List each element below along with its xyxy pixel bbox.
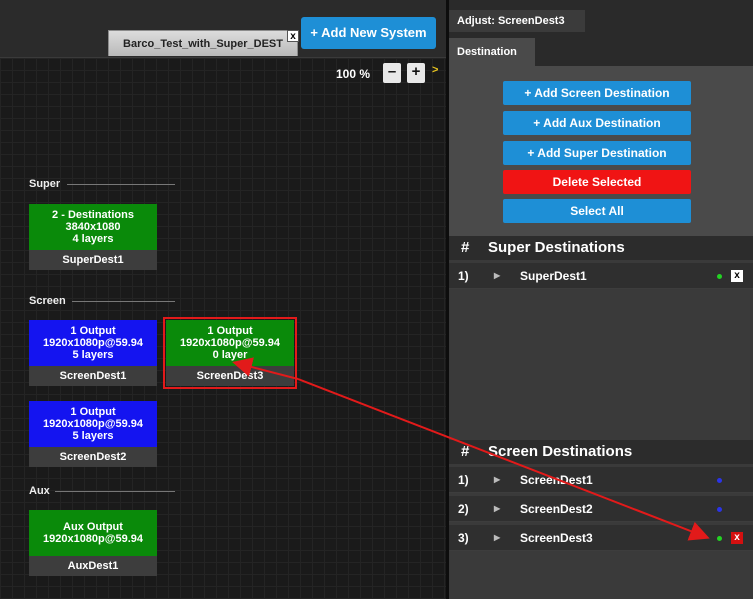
panel-title: Adjust: ScreenDest3 xyxy=(449,10,585,32)
zoom-level: 100 % xyxy=(336,67,371,81)
add-super-destination-button[interactable]: + Add Super Destination xyxy=(503,141,691,165)
row-index: 3) xyxy=(458,531,469,545)
node-info: 2 - Destinations 3840x1080 4 layers xyxy=(29,204,157,250)
row-name: SuperDest1 xyxy=(520,269,587,283)
remove-icon[interactable]: x xyxy=(731,270,743,282)
tab-destination[interactable]: Destination xyxy=(449,38,535,66)
node-line: 2 - Destinations xyxy=(52,209,134,221)
screen-destinations-header: # Screen Destinations xyxy=(449,440,753,464)
section-label-aux: Aux xyxy=(29,485,50,497)
node-info: 1 Output 1920x1080p@59.94 0 layer xyxy=(166,320,294,366)
node-line: 1920x1080p@59.94 xyxy=(42,337,144,349)
add-aux-destination-button[interactable]: + Add Aux Destination xyxy=(503,111,691,135)
node-line: 0 layer xyxy=(212,349,248,361)
node-screendest3[interactable]: 1 Output 1920x1080p@59.94 0 layer Screen… xyxy=(163,317,297,389)
expand-arrow-icon[interactable]: > xyxy=(432,64,438,76)
row-name: ScreenDest1 xyxy=(520,473,593,487)
node-screendest1[interactable]: 1 Output 1920x1080p@59.94 5 layers Scree… xyxy=(29,320,157,386)
delete-selected-button[interactable]: Delete Selected xyxy=(503,170,691,194)
node-info: Aux Output 1920x1080p@59.94 xyxy=(29,510,157,556)
node-name: ScreenDest1 xyxy=(29,366,157,386)
node-line: 1 Output xyxy=(70,325,116,337)
status-dot-icon xyxy=(717,536,722,541)
row-index: 1) xyxy=(458,473,469,487)
row-index: 2) xyxy=(458,502,469,516)
node-line: Aux Output xyxy=(63,521,123,533)
list-item-screendest2[interactable]: 2) ▶ ScreenDest2 xyxy=(449,496,753,522)
node-line: 5 layers xyxy=(72,430,114,442)
list-item-screendest1[interactable]: 1) ▶ ScreenDest1 xyxy=(449,467,753,493)
section-label-screen: Screen xyxy=(29,295,66,307)
status-dot-icon xyxy=(717,478,722,483)
status-dot-icon xyxy=(717,274,722,279)
status-dot-icon xyxy=(717,507,722,512)
node-name: ScreenDest3 xyxy=(166,366,294,386)
expand-caret-icon[interactable]: ▶ xyxy=(494,467,500,493)
remove-icon[interactable]: x xyxy=(731,532,743,544)
node-superdest1[interactable]: 2 - Destinations 3840x1080 4 layers Supe… xyxy=(29,204,157,270)
select-all-button[interactable]: Select All xyxy=(503,199,691,223)
node-line: 1920x1080p@59.94 xyxy=(42,533,144,545)
node-line: 4 layers xyxy=(72,233,114,245)
close-tab-icon[interactable]: x xyxy=(287,30,299,42)
column-number-label: # xyxy=(461,239,470,256)
section-divider xyxy=(72,301,175,302)
section-divider xyxy=(67,184,175,185)
node-info: 1 Output 1920x1080p@59.94 5 layers xyxy=(29,320,157,366)
node-line: 1920x1080p@59.94 xyxy=(42,418,144,430)
node-name: SuperDest1 xyxy=(29,250,157,270)
node-info: 1 Output 1920x1080p@59.94 5 layers xyxy=(29,401,157,447)
node-line: 1920x1080p@59.94 xyxy=(179,337,281,349)
add-screen-destination-button[interactable]: + Add Screen Destination xyxy=(503,81,691,105)
expand-caret-icon[interactable]: ▶ xyxy=(494,496,500,522)
super-destinations-title: Super Destinations xyxy=(488,239,625,256)
node-line: 1 Output xyxy=(70,406,116,418)
node-line: 5 layers xyxy=(72,349,114,361)
expand-caret-icon[interactable]: ▶ xyxy=(494,525,500,551)
node-line: 1 Output xyxy=(207,325,253,337)
section-divider xyxy=(55,491,175,492)
system-tab[interactable]: Barco_Test_with_Super_DEST xyxy=(108,30,298,56)
list-item-screendest3[interactable]: 3) ▶ ScreenDest3 x xyxy=(449,525,753,551)
row-index: 1) xyxy=(458,269,469,283)
expand-caret-icon[interactable]: ▶ xyxy=(494,263,500,289)
row-name: ScreenDest3 xyxy=(520,531,593,545)
row-name: ScreenDest2 xyxy=(520,502,593,516)
node-name: AuxDest1 xyxy=(29,556,157,576)
super-destinations-header: # Super Destinations xyxy=(449,236,753,260)
node-line: 3840x1080 xyxy=(65,221,121,233)
column-number-label: # xyxy=(461,443,470,460)
zoom-in-button[interactable]: + xyxy=(407,63,425,83)
node-auxdest1[interactable]: Aux Output 1920x1080p@59.94 AuxDest1 xyxy=(29,510,157,576)
node-screendest2[interactable]: 1 Output 1920x1080p@59.94 5 layers Scree… xyxy=(29,401,157,467)
node-name: ScreenDest2 xyxy=(29,447,157,467)
list-item-superdest1[interactable]: 1) ▶ SuperDest1 x xyxy=(449,263,753,289)
add-new-system-button[interactable]: + Add New System xyxy=(301,17,436,49)
section-label-super: Super xyxy=(29,178,61,190)
zoom-out-button[interactable]: – xyxy=(383,63,401,83)
screen-destinations-title: Screen Destinations xyxy=(488,443,633,460)
